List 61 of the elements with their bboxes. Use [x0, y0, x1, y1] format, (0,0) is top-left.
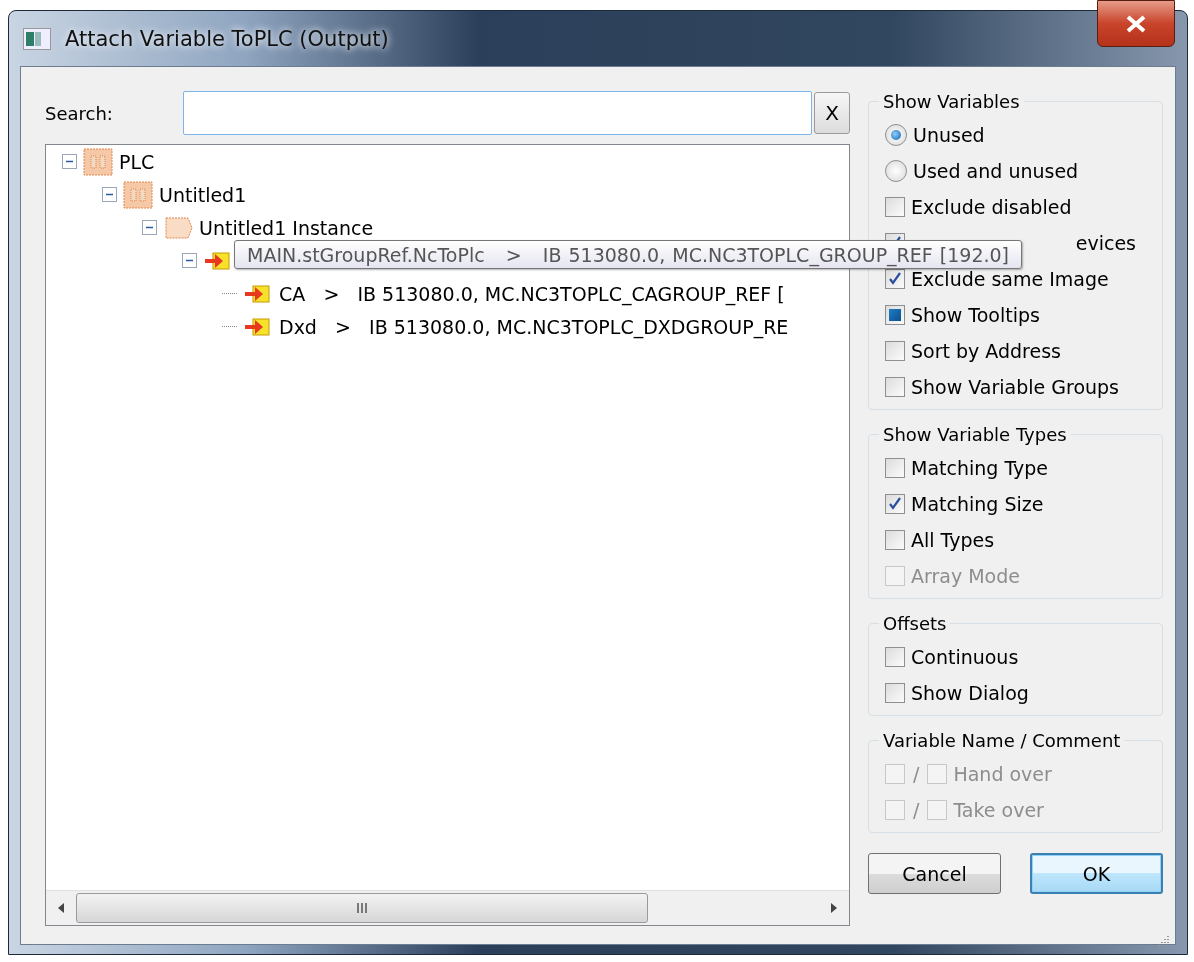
group-title: Show Variable Types [882, 424, 1068, 445]
collapse-icon[interactable] [182, 253, 197, 268]
search-field[interactable] [183, 91, 812, 135]
group-title: Variable Name / Comment [882, 730, 1122, 751]
checkmark-icon [888, 272, 902, 286]
option-label: Matching Size [911, 493, 1044, 515]
checkbox[interactable] [885, 683, 905, 703]
search-label: Search: [45, 102, 114, 124]
checkbox[interactable] [885, 647, 905, 667]
checkbox[interactable] [885, 494, 905, 514]
collapse-icon[interactable] [142, 220, 157, 235]
option-label: Continuous [911, 646, 1019, 668]
option-label: evices [1075, 232, 1136, 254]
option-label: Exclude same Image [911, 268, 1109, 290]
checkbox[interactable] [885, 341, 905, 361]
group-title: Show Variables [882, 91, 1021, 112]
folder-icon [83, 147, 113, 176]
group-title: Offsets [882, 613, 948, 634]
option-label: Show Dialog [911, 682, 1029, 704]
option-label: Matching Type [911, 457, 1049, 479]
dialog-button[interactable]: Cancel [868, 853, 1001, 894]
separator-text: / [912, 763, 921, 785]
checkmark-icon [888, 497, 902, 511]
option-label: Take over [953, 799, 1044, 821]
checkbox[interactable] [885, 530, 905, 550]
scroll-thumb[interactable] [76, 893, 648, 923]
option-label: Used and unused [913, 160, 1079, 182]
close-icon[interactable] [1124, 13, 1148, 34]
tree-item[interactable]: CA > IB 513080.0, MC.NC3TOPLC_CAGROUP_REF [ [279, 282, 785, 305]
option-label: Exclude disabled [911, 196, 1072, 218]
window-title: Attach Variable ToPLC (Output) [65, 26, 389, 51]
option-label: All Types [911, 529, 995, 551]
checkbox[interactable] [885, 269, 905, 289]
radio-button[interactable] [885, 124, 907, 146]
checkbox[interactable] [885, 377, 905, 397]
tree-item[interactable]: Untitled1 [159, 183, 247, 206]
collapse-icon[interactable] [62, 154, 77, 169]
checkbox[interactable] [885, 197, 905, 217]
clear-button[interactable]: X [814, 92, 850, 134]
checkbox[interactable] [885, 305, 905, 325]
option-label: Hand over [953, 763, 1052, 785]
indeterminate-icon [889, 309, 901, 321]
option-label: Array Mode [911, 565, 1020, 587]
folder-icon [123, 180, 153, 209]
tree-item[interactable]: Dxd > IB 513080.0, MC.NC3TOPLC_DXDGROUP_RE [279, 315, 789, 338]
dialog-button[interactable]: OK [1030, 853, 1163, 894]
collapse-icon[interactable] [102, 187, 117, 202]
option-label: Show Tooltips [911, 304, 1040, 326]
close-button[interactable] [1097, 0, 1175, 47]
radio-button[interactable] [885, 160, 907, 182]
tooltip: MAIN.stGroupRef.NcToPlc > IB 513080.0, MC.NC3TOPLC_GROUP_REF [192.0] [234, 240, 1022, 269]
option-label: Sort by Address [911, 340, 1061, 362]
tree-item[interactable]: PLC [119, 150, 155, 173]
separator-text: / [912, 799, 921, 821]
checkbox[interactable] [885, 458, 905, 478]
horizontal-scrollbar[interactable] [46, 890, 849, 925]
tree-item[interactable]: Untitled1 Instance [199, 216, 374, 239]
window-icon [23, 27, 51, 50]
resize-grip-icon[interactable] [1156, 934, 1170, 948]
option-label: Unused [913, 124, 985, 146]
option-label: Show Variable Groups [911, 376, 1120, 398]
